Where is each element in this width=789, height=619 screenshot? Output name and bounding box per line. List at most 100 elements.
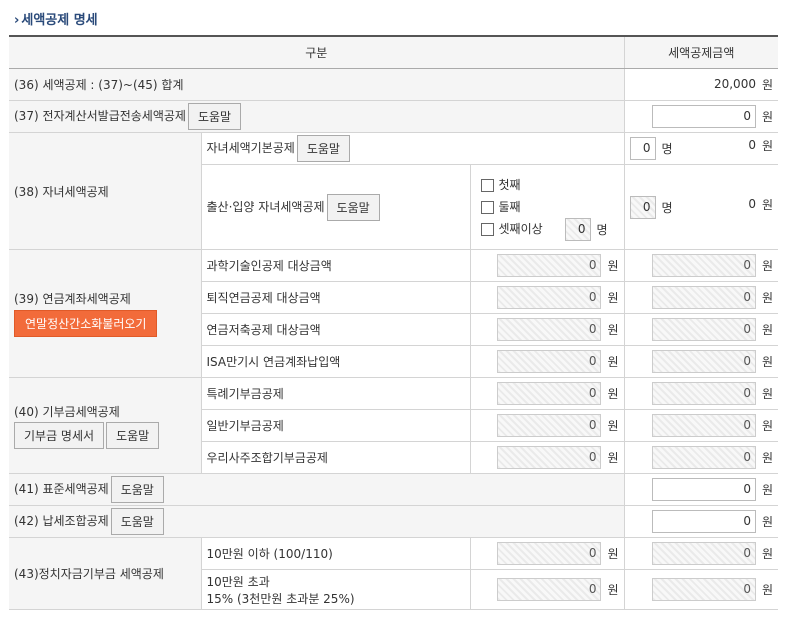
row-39-item: (39) 연금계좌세액공제 연말정산간소화불러오기 과학기술인공제 대상금액 0… <box>9 249 779 378</box>
row-43-item-base[interactable]: 0 <box>497 578 602 601</box>
first-child-checkbox[interactable] <box>480 179 494 192</box>
row-39-item-base[interactable]: 0 <box>497 318 602 341</box>
row-40-item-amount[interactable]: 0 <box>651 446 756 469</box>
unit-won: 원 <box>761 355 774 369</box>
row-38-label: (38) 자녀세액공제 <box>9 132 202 250</box>
row-40-label: (40) 기부금세액공제 <box>14 404 120 419</box>
chevron-right-icon: › <box>14 13 20 28</box>
unit-won: 원 <box>761 583 774 597</box>
row-38-birth-count[interactable]: 0 <box>629 195 656 219</box>
unit-won: 원 <box>607 419 619 433</box>
third-child-count[interactable]: 0 <box>564 218 591 241</box>
unit-won: 원 <box>607 583 619 597</box>
row-41-amount-input[interactable]: 0 <box>651 478 756 501</box>
row-42-label: (42) 납세조합공제 <box>14 514 109 528</box>
unit-won: 원 <box>607 323 619 337</box>
row-36: (36) 세액공제 : (37)~(45) 합계 20,000 원 <box>9 68 779 101</box>
help-button-40[interactable]: 도움말 <box>106 421 160 449</box>
row-39-item-amount[interactable]: 0 <box>651 350 756 373</box>
row-43-item-amount[interactable]: 0 <box>651 578 756 601</box>
third-child-checkbox[interactable] <box>480 223 494 236</box>
row-40-item-base[interactable]: 0 <box>497 414 602 437</box>
tax-credit-table: 구분 세액공제금액 (36) 세액공제 : (37)~(45) 합계 20,00… <box>9 35 779 610</box>
row-39-item-label: 연금저축공제 대상금액 <box>201 313 471 346</box>
row-36-amount: 20,000 <box>713 77 756 91</box>
help-button-38-basic[interactable]: 도움말 <box>296 135 350 162</box>
unit-won: 원 <box>761 139 774 153</box>
unit-myeong: 명 <box>661 142 673 156</box>
row-43-label: (43)정치자금기부금 세액공제 <box>9 537 202 610</box>
row-43-item-amount[interactable]: 0 <box>651 542 756 565</box>
row-38-basic-label: 자녀세액기본공제 <box>206 141 295 155</box>
unit-won: 원 <box>761 483 774 497</box>
first-child-label: 첫째 <box>498 178 521 192</box>
row-38-birth-amount: 0 <box>748 196 756 211</box>
row-43-item-base[interactable]: 0 <box>497 542 602 565</box>
section-title-text: 세액공제 명세 <box>21 13 98 28</box>
help-button-37[interactable]: 도움말 <box>187 103 242 130</box>
row-38-basic-count[interactable]: 0 <box>629 137 656 160</box>
unit-myeong: 명 <box>661 200 673 215</box>
row-40-item: (40) 기부금세액공제 기부금 명세서 도움말 특례기부금공제 0원 0원 <box>9 377 779 474</box>
unit-won: 원 <box>607 387 619 401</box>
row-40-item-label: 우리사주조합기부금공제 <box>201 441 471 474</box>
row-41-label: (41) 표준세액공제 <box>14 482 109 496</box>
unit-won: 원 <box>607 355 619 369</box>
row-37-amount-input[interactable]: 0 <box>651 105 756 128</box>
unit-won: 원 <box>761 387 774 401</box>
row-38-basic-amount: 0 <box>748 138 756 152</box>
unit-won: 원 <box>607 259 619 273</box>
row-40-item-base[interactable]: 0 <box>497 446 602 469</box>
header-amount: 세액공제금액 <box>623 35 779 69</box>
help-button-38-birth[interactable]: 도움말 <box>326 193 380 221</box>
second-child-label: 둘째 <box>498 200 521 214</box>
row-42: (42) 납세조합공제 도움말 0원 <box>9 505 779 538</box>
unit-won: 원 <box>761 197 774 212</box>
third-child-label: 셋째이상 <box>498 222 543 236</box>
row-39-item-base[interactable]: 0 <box>497 286 602 309</box>
row-43-item-label-2: 15% (3천만원 초과분 25%) <box>206 591 355 606</box>
row-39-item-amount[interactable]: 0 <box>651 286 756 309</box>
unit-won: 원 <box>607 451 619 465</box>
row-39-item-base[interactable]: 0 <box>497 254 602 277</box>
unit-won: 원 <box>761 78 774 92</box>
row-39-item-amount[interactable]: 0 <box>651 254 756 277</box>
unit-won: 원 <box>761 419 774 433</box>
unit-won: 원 <box>761 451 774 465</box>
donation-detail-button[interactable]: 기부금 명세서 <box>14 421 105 449</box>
row-40-item-base[interactable]: 0 <box>497 382 602 405</box>
unit-won: 원 <box>761 110 774 124</box>
row-39-item-base[interactable]: 0 <box>497 350 602 373</box>
help-button-42[interactable]: 도움말 <box>110 508 164 535</box>
row-40-item-amount[interactable]: 0 <box>651 382 756 405</box>
row-43-item-label-1: 10만원 초과 <box>206 574 270 589</box>
unit-won: 원 <box>607 547 619 561</box>
row-36-label: (36) 세액공제 : (37)~(45) 합계 <box>9 68 625 101</box>
unit-won: 원 <box>607 291 619 305</box>
row-38-birth-label: 출산·입양 자녀세액공제 <box>206 199 325 214</box>
unit-won: 원 <box>761 291 774 305</box>
row-37-label: (37) 전자계산서발급전송세액공제 <box>14 109 186 123</box>
row-37: (37) 전자계산서발급전송세액공제 도움말 0원 <box>9 100 779 133</box>
unit-won: 원 <box>761 323 774 337</box>
row-39-label: (39) 연금계좌세액공제 <box>14 292 131 306</box>
row-39-item-label: 퇴직연금공제 대상금액 <box>201 281 471 314</box>
row-43-item: (43)정치자금기부금 세액공제 10만원 이하 (100/110) 0원 0원 <box>9 537 779 610</box>
load-simplified-button[interactable]: 연말정산간소화불러오기 <box>14 310 158 337</box>
unit-won: 원 <box>761 259 774 273</box>
row-40-item-amount[interactable]: 0 <box>651 414 756 437</box>
row-39-item-label: 과학기술인공제 대상금액 <box>201 249 471 282</box>
second-child-checkbox[interactable] <box>480 201 494 214</box>
row-40-item-label: 특례기부금공제 <box>201 377 471 410</box>
row-38-basic: (38) 자녀세액공제 자녀세액기본공제 도움말 0명 0원 <box>9 132 779 250</box>
row-42-amount-input[interactable]: 0 <box>651 510 756 533</box>
row-39-item-amount[interactable]: 0 <box>651 318 756 341</box>
section-title: › 세액공제 명세 <box>14 9 98 28</box>
row-40-item-label: 일반기부금공제 <box>201 409 471 442</box>
row-41: (41) 표준세액공제 도움말 0원 <box>9 473 779 506</box>
row-43-item-label: 10만원 이하 (100/110) <box>201 537 471 570</box>
header-category: 구분 <box>9 35 625 69</box>
unit-myeong: 명 <box>596 222 608 237</box>
row-39-item-label: ISA만기시 연금계좌납입액 <box>201 345 471 378</box>
help-button-41[interactable]: 도움말 <box>110 476 164 503</box>
